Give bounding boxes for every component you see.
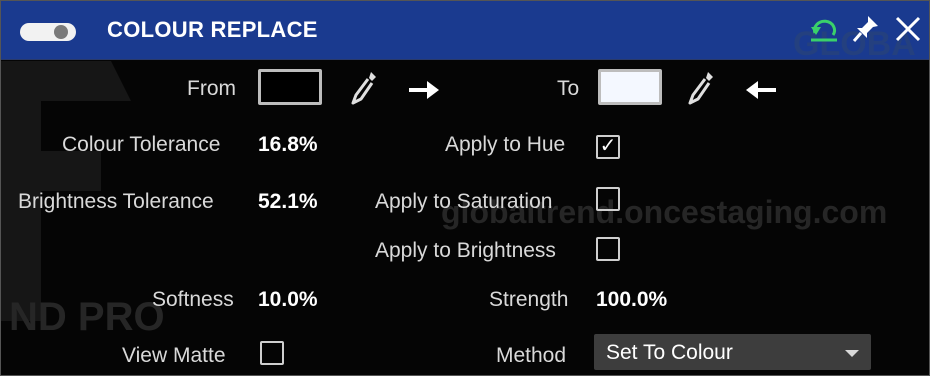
softness-value[interactable]: 10.0% bbox=[258, 288, 318, 312]
toggle-knob bbox=[54, 25, 68, 39]
apply-hue-label: Apply to Hue bbox=[445, 133, 566, 156]
from-arrow-right-icon bbox=[409, 81, 439, 99]
apply-hue-checkbox[interactable]: ✓ bbox=[596, 135, 620, 159]
panel-title: COLOUR REPLACE bbox=[107, 17, 318, 42]
to-label: To bbox=[557, 77, 580, 100]
pin-icon[interactable] bbox=[851, 13, 881, 45]
apply-saturation-label: Apply to Saturation bbox=[375, 190, 553, 213]
brightness-tolerance-label: Brightness Tolerance bbox=[18, 190, 214, 213]
apply-brightness-checkbox[interactable] bbox=[596, 237, 620, 261]
method-label: Method bbox=[496, 344, 567, 367]
apply-brightness-label: Apply to Brightness bbox=[375, 239, 556, 262]
title-bar: COLOUR REPLACE GLOBA bbox=[1, 1, 929, 63]
colour-replace-panel: COLOUR REPLACE GLOBA globaltrend.oncesta… bbox=[0, 0, 930, 376]
reset-icon[interactable] bbox=[807, 15, 841, 45]
strength-label: Strength bbox=[489, 288, 569, 311]
from-label: From bbox=[187, 77, 236, 100]
view-matte-checkbox[interactable] bbox=[260, 341, 284, 365]
method-dropdown[interactable]: Set To Colour bbox=[594, 334, 871, 370]
view-matte-label: View Matte bbox=[122, 344, 226, 367]
strength-value[interactable]: 100.0% bbox=[596, 288, 667, 312]
colour-tolerance-label: Colour Tolerance bbox=[62, 133, 221, 156]
softness-label: Softness bbox=[152, 288, 234, 311]
chevron-down-icon bbox=[845, 350, 859, 357]
watermark-text: ND PRO bbox=[9, 295, 165, 339]
effect-toggle[interactable] bbox=[20, 23, 76, 41]
from-colour-swatch[interactable] bbox=[258, 69, 322, 105]
to-arrow-left-icon bbox=[746, 81, 776, 99]
brightness-tolerance-value[interactable]: 52.1% bbox=[258, 190, 318, 214]
close-icon[interactable] bbox=[894, 15, 922, 43]
from-eyedropper-icon[interactable] bbox=[347, 69, 379, 107]
to-eyedropper-icon[interactable] bbox=[684, 69, 716, 107]
to-colour-swatch[interactable] bbox=[598, 69, 662, 105]
colour-tolerance-value[interactable]: 16.8% bbox=[258, 133, 318, 157]
apply-saturation-checkbox[interactable] bbox=[596, 187, 620, 211]
checkmark-icon: ✓ bbox=[599, 135, 617, 157]
method-selected-value: Set To Colour bbox=[606, 341, 733, 364]
